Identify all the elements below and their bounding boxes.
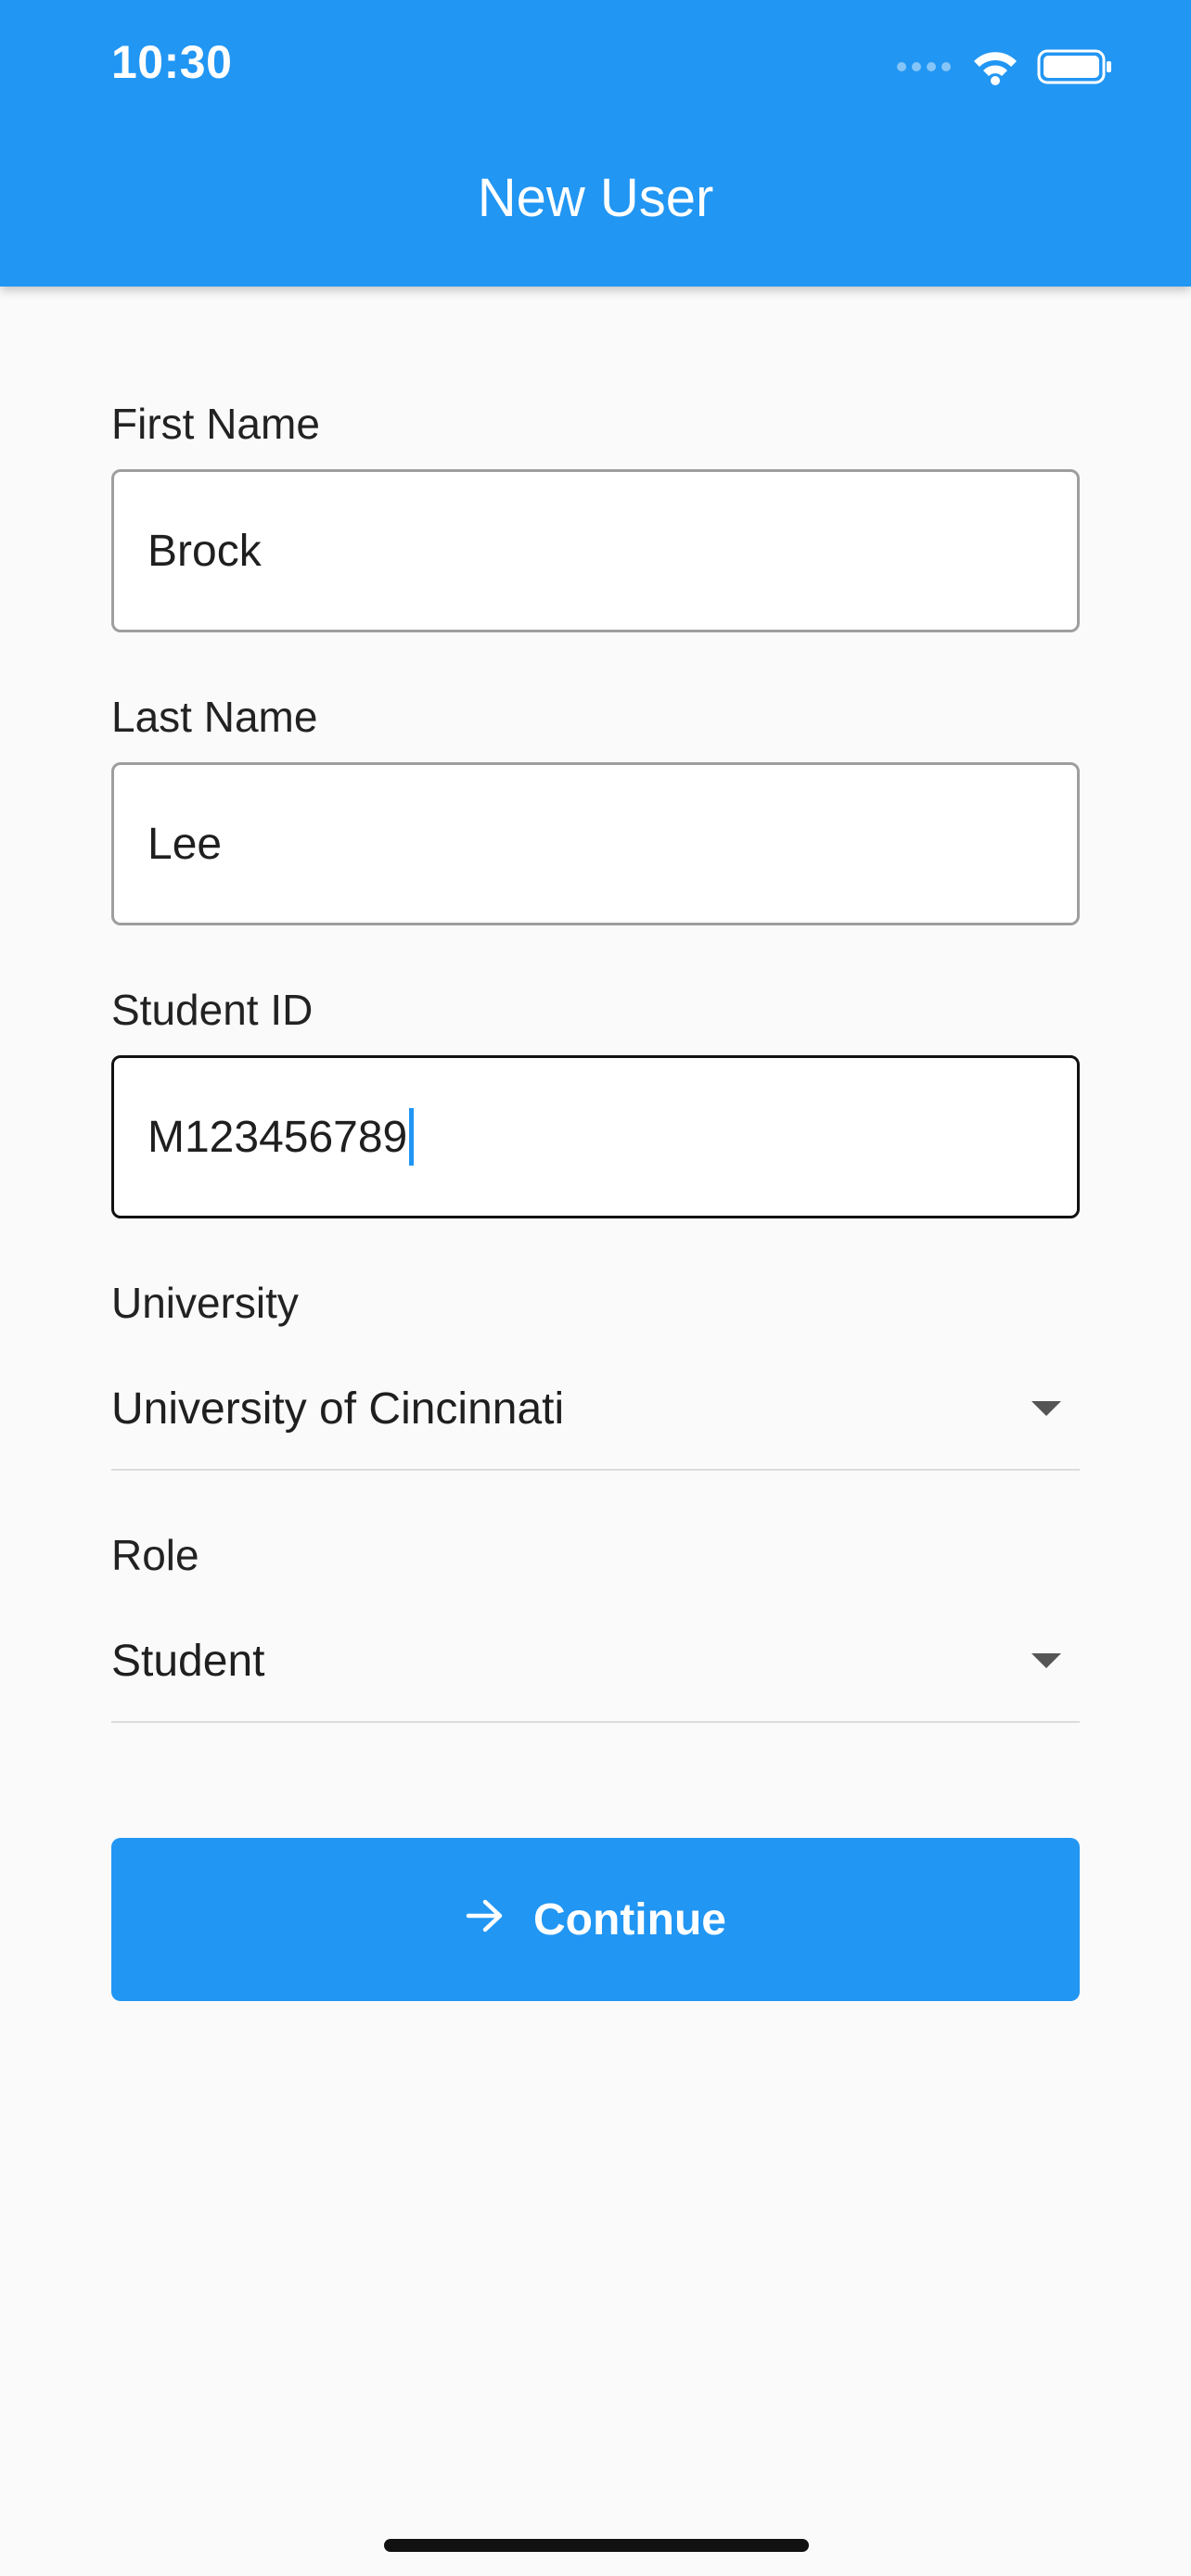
first-name-value: Brock [147, 526, 262, 576]
continue-label: Continue [533, 1894, 726, 1945]
battery-icon [1037, 48, 1113, 90]
university-label: University [111, 1279, 299, 1327]
first-name-label: First Name [111, 400, 320, 448]
page-title: New User [477, 168, 714, 228]
continue-button[interactable]: Continue [111, 1838, 1080, 2001]
first-name-field[interactable]: Brock [111, 469, 1080, 632]
signal-dots-icon [896, 59, 954, 79]
home-indicator [384, 2539, 809, 2552]
student-id-field[interactable]: M123456789 [111, 1055, 1080, 1218]
dropdown-arrow-icon [1031, 1401, 1061, 1416]
last-name-field[interactable]: Lee [111, 762, 1080, 925]
student-id-label: Student ID [111, 986, 314, 1034]
new-user-form: First Name Brock Last Name Lee Student I… [111, 389, 1080, 1723]
app-bar: 10:30 New User [0, 0, 1191, 287]
status-icons [896, 41, 1113, 96]
arrow-right-icon [465, 1894, 506, 1945]
last-name-value: Lee [147, 819, 223, 869]
dropdown-arrow-icon [1031, 1653, 1061, 1668]
wifi-icon [972, 48, 1018, 90]
last-name-label: Last Name [111, 693, 318, 741]
status-time: 10:30 [111, 36, 233, 88]
university-selected: University of Cincinnati [111, 1384, 565, 1434]
student-id-value: M123456789 [147, 1112, 408, 1162]
role-dropdown[interactable]: Student [111, 1589, 1080, 1723]
university-dropdown[interactable]: University of Cincinnati [111, 1337, 1080, 1471]
role-selected: Student [111, 1636, 265, 1686]
role-label: Role [111, 1531, 199, 1579]
text-cursor [409, 1108, 415, 1166]
